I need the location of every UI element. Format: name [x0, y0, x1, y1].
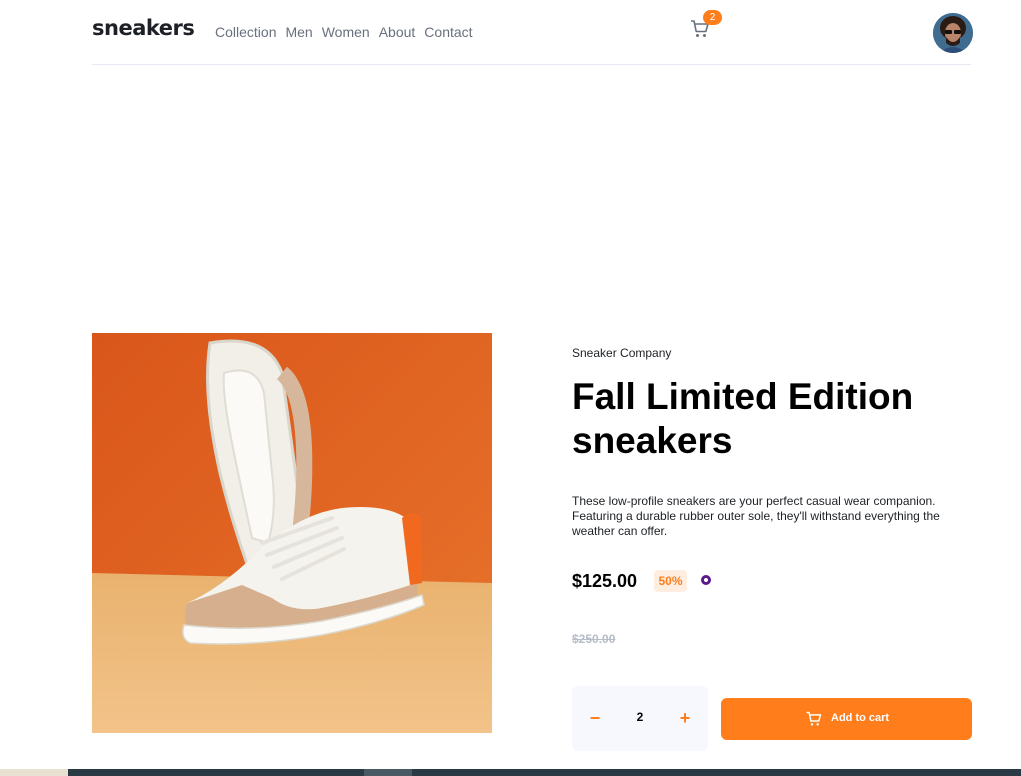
nav-about[interactable]: About [379, 24, 416, 40]
main-nav: Collection Men Women About Contact [215, 24, 473, 40]
user-avatar[interactable] [933, 13, 973, 53]
quantity-stepper: − 2 + [572, 686, 708, 751]
current-price: $125.00 [572, 571, 638, 591]
taskbar-item [364, 769, 412, 776]
company-name: Sneaker Company [572, 346, 672, 360]
add-to-cart-button[interactable]: Add to cart [721, 698, 972, 740]
logo[interactable]: sneakers [92, 16, 195, 40]
quantity-value: 2 [636, 710, 644, 724]
taskbar-thumbnail [0, 769, 68, 776]
original-price: $250.00 [572, 632, 616, 646]
cart-icon [805, 710, 823, 728]
discount-badge: 50% [654, 570, 687, 592]
add-to-cart-label: Add to cart [831, 712, 890, 724]
increase-quantity-button[interactable]: + [675, 708, 695, 728]
decrease-quantity-button[interactable]: − [585, 708, 605, 728]
product-description: These low-profile sneakers are your perf… [572, 494, 940, 538]
product-image[interactable] [92, 333, 492, 733]
taskbar-edge [0, 769, 1021, 776]
site-header: sneakers Collection Men Women About Cont… [92, 0, 973, 65]
nav-men[interactable]: Men [285, 24, 312, 40]
ring-icon [701, 575, 711, 585]
nav-women[interactable]: Women [322, 24, 370, 40]
product-title: Fall Limited Edition sneakers [572, 376, 914, 461]
nav-collection[interactable]: Collection [215, 24, 276, 40]
cart-count-badge: 2 [703, 10, 722, 25]
nav-contact[interactable]: Contact [424, 24, 472, 40]
